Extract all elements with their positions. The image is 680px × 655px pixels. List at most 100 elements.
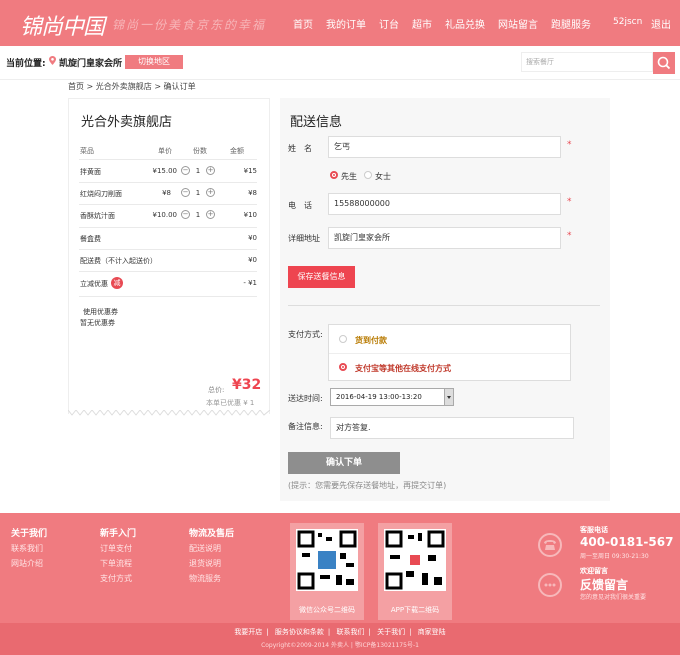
username-link[interactable]: 52jscn bbox=[613, 17, 642, 27]
bottom-link[interactable]: 商家登陆 bbox=[418, 628, 446, 636]
bottom-link[interactable]: 我要开店 bbox=[234, 628, 262, 636]
total-price: ¥32 bbox=[232, 377, 262, 393]
footer-guide-title: 新手入门 bbox=[100, 529, 137, 539]
nav-errand-service[interactable]: 跑腿服务 bbox=[551, 16, 591, 31]
bottom-link[interactable]: 关于我们 bbox=[377, 628, 405, 636]
gender-female-radio[interactable] bbox=[364, 171, 372, 179]
gender-female-label: 女士 bbox=[375, 172, 391, 181]
phone-input[interactable]: 15588000000 bbox=[328, 193, 561, 215]
delivery-time-select[interactable]: 2016-04-19 13:00-13:20 bbox=[330, 388, 454, 406]
pay-cod-radio[interactable] bbox=[339, 335, 347, 343]
main-nav: 首页 我的订单 订台 超市 礼品兑换 网站留言 跑腿服务 bbox=[293, 16, 604, 31]
copyright: Copyright©2009-2014 外卖人 | 鄂ICP备13021175号… bbox=[261, 642, 419, 649]
increase-qty-button[interactable]: + bbox=[206, 188, 215, 197]
site-logo[interactable]: 锦尚中国 bbox=[20, 9, 105, 41]
nav-guestbook[interactable]: 网站留言 bbox=[498, 16, 538, 31]
item-qty: 1 bbox=[195, 189, 201, 197]
address-label: 详细地址 bbox=[288, 234, 320, 243]
increase-qty-button[interactable]: + bbox=[206, 210, 215, 219]
bottom-bar: 我要开店 | 服务协议和条款 | 联系我们 | 关于我们 | 商家登陆 Copyrigh… bbox=[0, 623, 680, 655]
pay-cod-label[interactable]: 货到付款 bbox=[355, 335, 387, 346]
location-label: 当前位置: bbox=[6, 59, 46, 69]
use-coupon-link[interactable]: 使用优惠券 bbox=[83, 307, 118, 317]
shop-name: 光合外卖旗舰店 bbox=[81, 115, 173, 130]
footer-link[interactable]: 配送说明 bbox=[189, 543, 221, 554]
phone-label: 电 话 bbox=[288, 201, 312, 210]
confirm-order-button[interactable]: 确认下单 bbox=[288, 452, 400, 474]
receipt-edge bbox=[68, 410, 270, 416]
nav-reserve-table[interactable]: 订台 bbox=[379, 16, 399, 31]
nav-supermarket[interactable]: 超市 bbox=[412, 16, 432, 31]
item-amount: ¥15 bbox=[243, 167, 257, 175]
delivery-time-label: 送达时间: bbox=[288, 394, 323, 403]
decrease-qty-button[interactable]: − bbox=[181, 166, 190, 175]
pay-online-label[interactable]: 支付宝等其他在线支付方式 bbox=[355, 363, 451, 374]
breadcrumb: 首页 > 光合外卖旗舰店 > 确认订单 bbox=[68, 82, 196, 91]
nav-gift-exchange[interactable]: 礼品兑换 bbox=[445, 16, 485, 31]
decrease-qty-button[interactable]: − bbox=[181, 210, 190, 219]
item-name: 拌黄面 bbox=[80, 168, 101, 176]
wechat-qr-label: 微信公众号二维码 bbox=[299, 606, 355, 614]
app-qr-label: APP下载二维码 bbox=[390, 606, 440, 614]
phone-icon bbox=[538, 533, 562, 557]
gender-male-radio[interactable] bbox=[330, 171, 338, 179]
footer-link[interactable]: 物流服务 bbox=[189, 573, 221, 584]
footer-link[interactable]: 支付方式 bbox=[100, 573, 132, 584]
footer-about-title: 关于我们 bbox=[11, 529, 48, 539]
address-input[interactable]: 凯旋门皇家会所 bbox=[328, 227, 561, 249]
decrease-qty-button[interactable]: − bbox=[181, 188, 190, 197]
delivery-form-panel: 配送信息 姓 名 乞丐 * 先生 女士 电 话 15588000000 * 详细… bbox=[280, 98, 610, 501]
save-delivery-info-button[interactable]: 保存送餐信息 bbox=[288, 266, 355, 288]
discount-badge: 减 bbox=[111, 277, 123, 289]
switch-area-button[interactable]: 切换地区 bbox=[125, 55, 183, 69]
footer-link[interactable]: 网站介绍 bbox=[11, 558, 43, 569]
footer-link[interactable]: 下单流程 bbox=[100, 558, 132, 569]
delivery-fee-amount: ¥0 bbox=[248, 256, 257, 264]
row-divider bbox=[79, 249, 257, 250]
payment-label: 支付方式: bbox=[288, 330, 323, 339]
footer-link[interactable]: 订单支付 bbox=[100, 543, 132, 554]
form-divider bbox=[288, 305, 600, 306]
search-input[interactable]: 搜索餐厅 bbox=[521, 52, 653, 72]
delivery-fee-label: 配送费（不计入起送价） bbox=[80, 257, 157, 265]
col-header-amount: 金额 bbox=[230, 147, 244, 155]
item-name: 香酥炕汁面 bbox=[80, 212, 115, 220]
item-name: 红烧闷刀削面 bbox=[80, 190, 122, 198]
item-price: ¥15.00 bbox=[152, 167, 178, 175]
name-label: 姓 名 bbox=[288, 144, 312, 153]
payment-divider bbox=[329, 353, 570, 354]
search-button[interactable] bbox=[653, 52, 675, 74]
footer-link[interactable]: 退货说明 bbox=[189, 558, 221, 569]
increase-qty-button[interactable]: + bbox=[206, 166, 215, 175]
pay-online-radio[interactable] bbox=[339, 363, 347, 371]
footer-link[interactable]: 联系我们 bbox=[11, 543, 43, 554]
logout-link[interactable]: 退出 bbox=[651, 16, 671, 31]
row-divider bbox=[79, 182, 257, 183]
note-label: 备注信息: bbox=[288, 422, 323, 431]
bottom-link[interactable]: 联系我们 bbox=[337, 628, 365, 636]
top-header: 锦尚中国 锦尚一份美食京东的幸福 首页 我的订单 订台 超市 礼品兑换 网站留言… bbox=[0, 0, 680, 46]
name-input[interactable]: 乞丐 bbox=[328, 136, 561, 158]
qr-code-icon bbox=[384, 529, 446, 591]
note-input[interactable]: 对方答复. bbox=[330, 417, 574, 439]
row-divider bbox=[79, 204, 257, 205]
qr-code-icon bbox=[296, 529, 358, 591]
current-location: 凯旋门皇家会所 bbox=[59, 59, 123, 69]
row-divider bbox=[79, 227, 257, 228]
nav-home[interactable]: 首页 bbox=[293, 16, 313, 31]
discount-amount: - ¥1 bbox=[243, 279, 257, 287]
item-price: ¥10.00 bbox=[152, 211, 178, 219]
bottom-link[interactable]: 服务协议和条款 bbox=[275, 628, 324, 636]
service-hours: 周一至周日 09:30-21:30 bbox=[580, 553, 649, 560]
service-phone: 400-0181-567 bbox=[580, 535, 674, 549]
row-divider bbox=[79, 159, 257, 160]
map-pin-icon bbox=[49, 56, 56, 65]
bottom-links: 我要开店 | 服务协议和条款 | 联系我们 | 关于我们 | 商家登陆 bbox=[234, 628, 446, 636]
row-divider bbox=[79, 296, 257, 297]
nav-my-orders[interactable]: 我的订单 bbox=[326, 16, 366, 31]
discount-label: 立减优惠 bbox=[80, 280, 108, 288]
feedback-link[interactable]: 反馈留言 bbox=[580, 576, 628, 593]
saved-amount: 本单已优惠 ¥ 1 bbox=[206, 399, 255, 407]
message-icon bbox=[538, 573, 562, 597]
dropdown-arrow-icon bbox=[444, 389, 453, 405]
